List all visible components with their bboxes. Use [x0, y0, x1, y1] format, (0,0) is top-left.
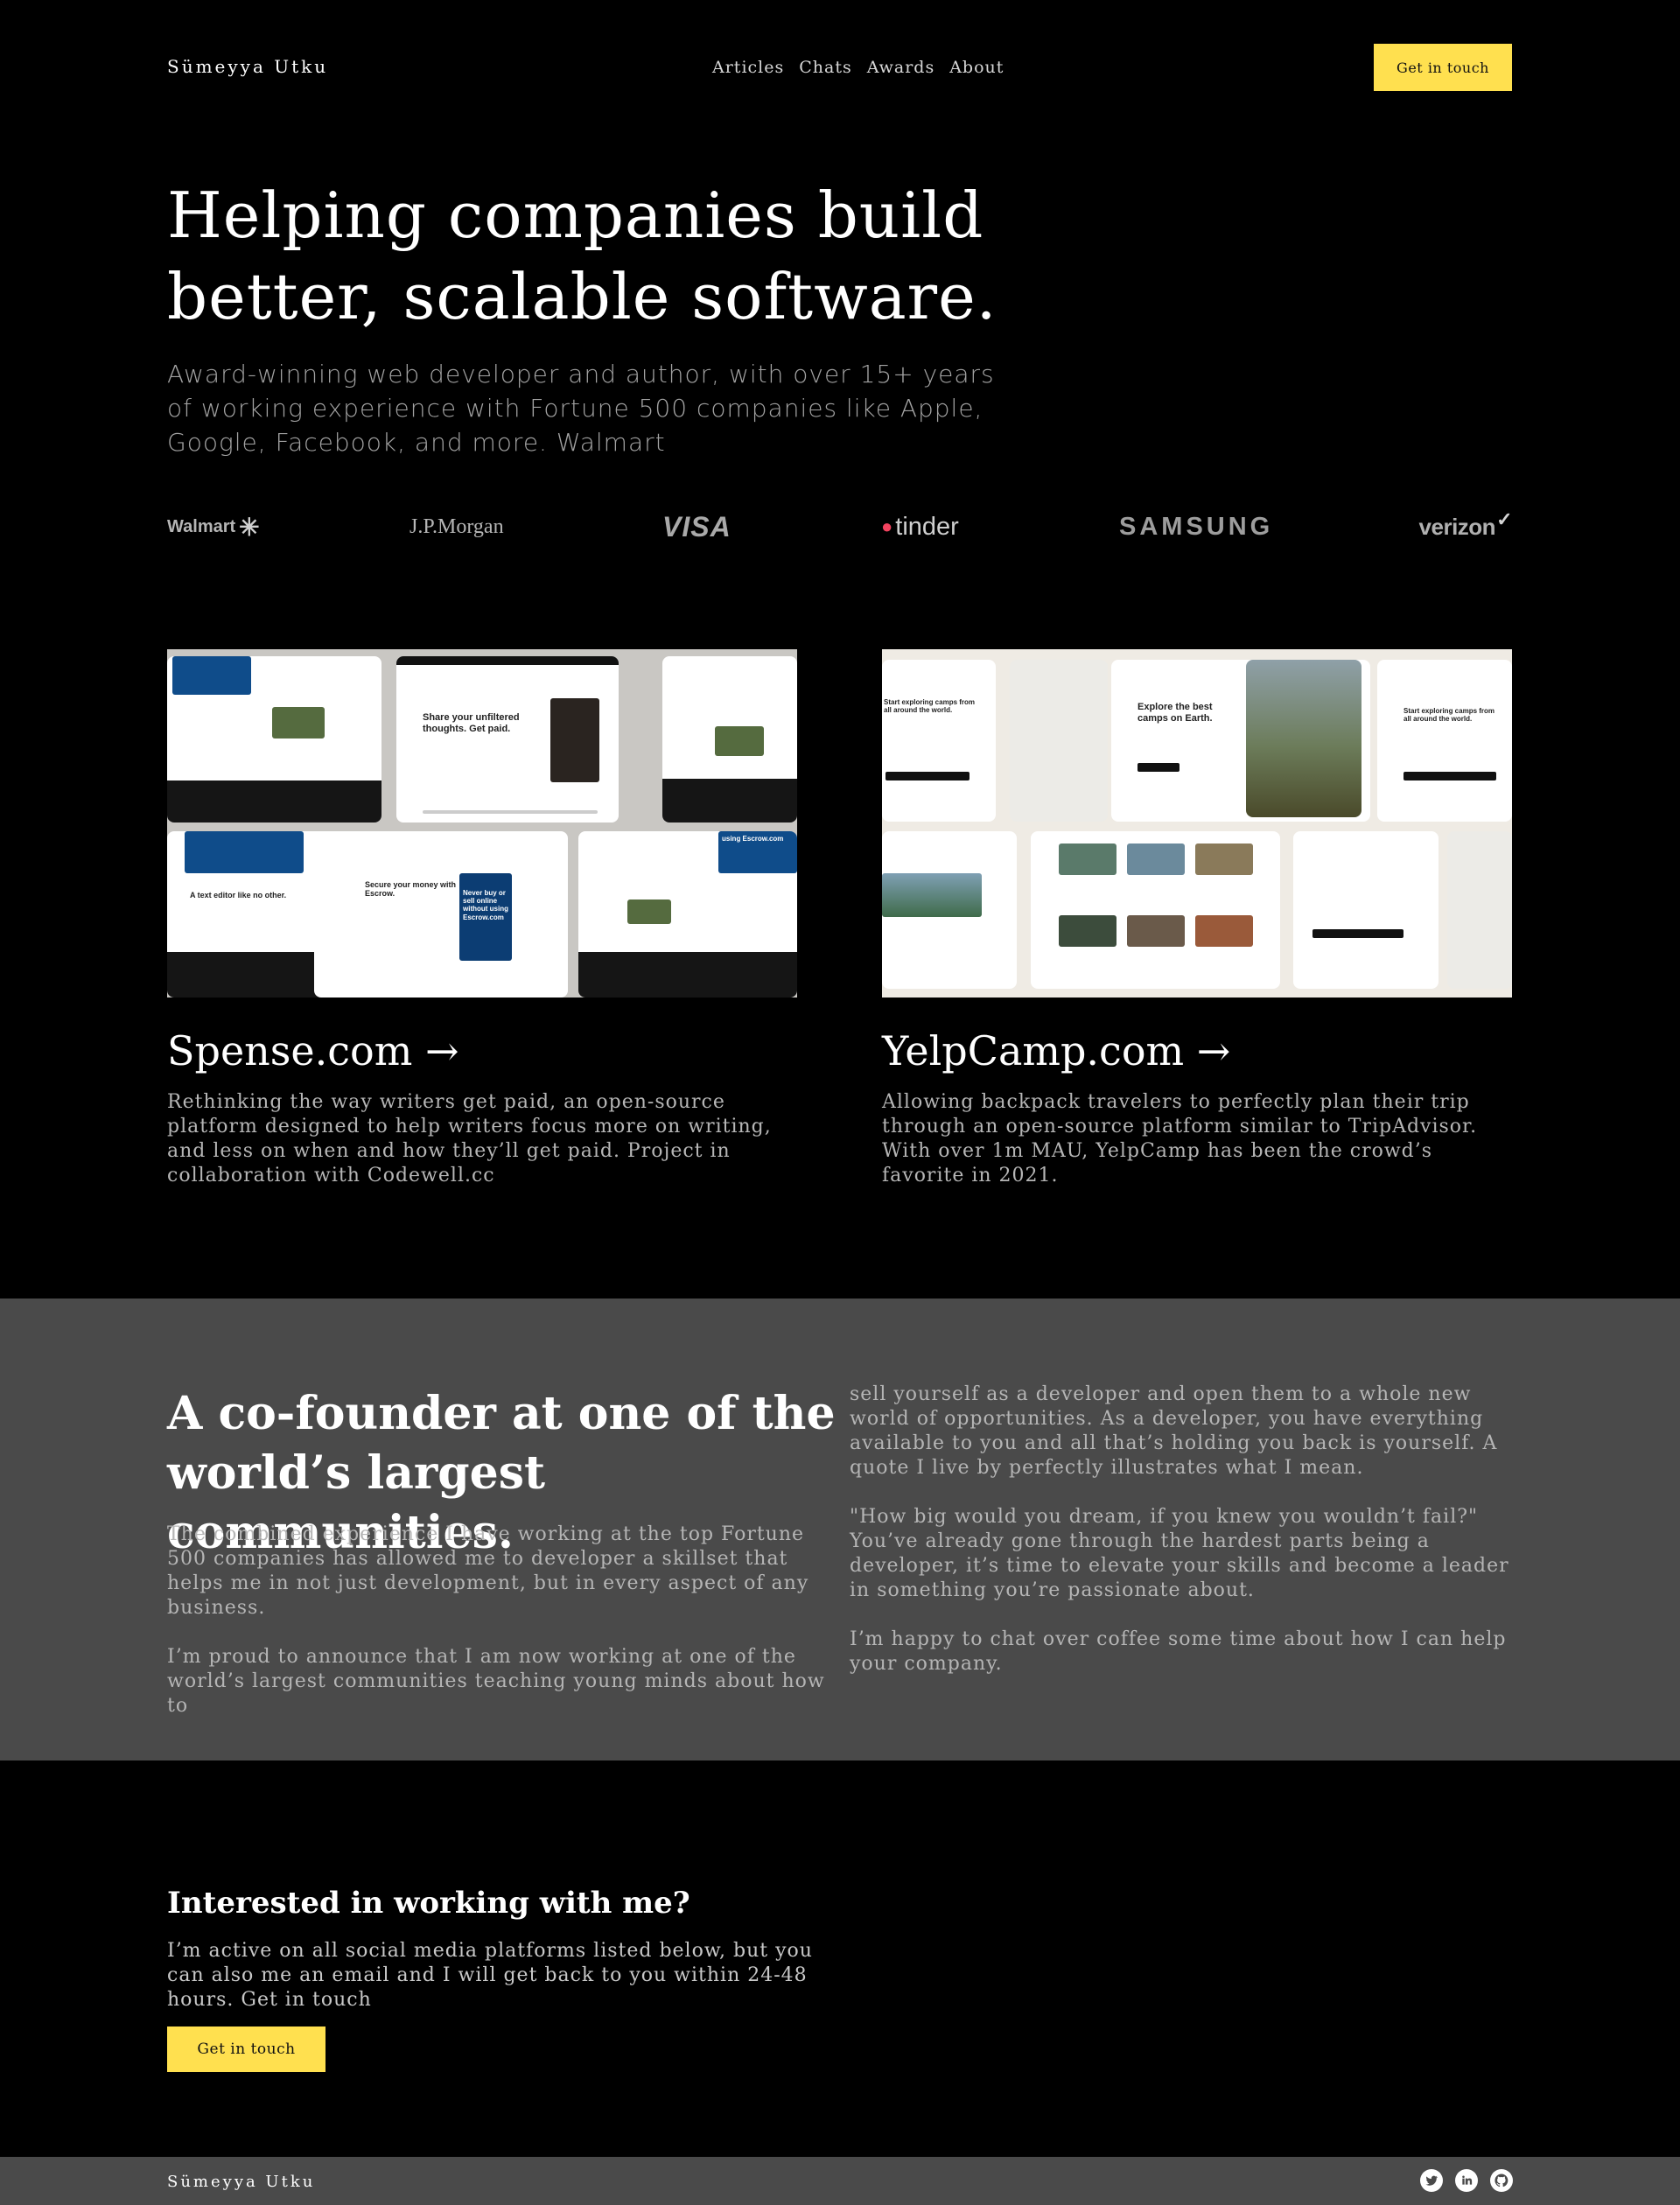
about-paragraph: The combined experience I have working a… — [167, 1523, 809, 1619]
yelpcamp-mock-explore-text: Explore the best camps on Earth. — [1138, 702, 1213, 724]
hero-subtitle: Award-winning web developer and author, … — [167, 360, 995, 457]
spense-mock-never-text: Never buy or sell online without using E… — [463, 889, 508, 921]
jpmorgan-logo: J.P.Morgan — [410, 514, 504, 538]
yelpcamp-mock-tile: Start exploring camps from all around th… — [882, 660, 996, 822]
project-card-yelpcamp[interactable]: Start exploring camps from all around th… — [882, 649, 1512, 1188]
get-in-touch-button[interactable]: Get in touch — [1374, 44, 1512, 91]
linkedin-icon[interactable] — [1455, 2169, 1478, 2192]
spense-mock-tile: using Escrow.com — [578, 831, 797, 998]
yelpcamp-mock-tile — [1447, 831, 1512, 989]
contact-text: I’m active on all social media platforms… — [167, 1940, 813, 2011]
project-description-spense: Rethinking the way writers get paid, an … — [167, 1091, 772, 1186]
client-logos: Walmart ✳ J.P.Morgan VISA ● tinder SAMSU… — [167, 508, 1512, 546]
github-icon[interactable] — [1490, 2169, 1513, 2192]
spense-mock-tile: Share your unfiltered thoughts. Get paid… — [396, 656, 619, 822]
project-card-spense[interactable]: Share your unfiltered thoughts. Get paid… — [167, 649, 797, 1188]
verizon-logo-text: verizon — [1418, 513, 1496, 540]
project-description-yelpcamp: Allowing backpack travelers to perfectly… — [882, 1091, 1478, 1186]
spense-mock-headline: Share your unfiltered thoughts. Get paid… — [423, 712, 520, 734]
hero-title-line1: Helping companies build — [167, 178, 984, 252]
yelpcamp-screenshot[interactable]: Start exploring camps from all around th… — [882, 649, 1512, 998]
spense-mock-editor-text: A text editor like no other. — [190, 891, 287, 900]
verizon-check-icon: ✓ — [1496, 508, 1512, 530]
contact-title: Interested in working with me? — [167, 1886, 690, 1921]
yelpcamp-mock-start2-text: Start exploring camps from all around th… — [1404, 707, 1495, 724]
spense-mock-tile — [662, 656, 797, 822]
social-links — [1420, 2169, 1513, 2192]
project-title-spense[interactable]: Spense.com → — [167, 1026, 797, 1076]
spense-mock-escrow-text: using Escrow.com — [722, 835, 784, 843]
walmart-spark-icon: ✳ — [239, 513, 260, 541]
project-title-yelpcamp[interactable]: YelpCamp.com → — [882, 1026, 1512, 1076]
verizon-logo: verizon ✓ — [1418, 508, 1513, 546]
spense-mock-tile: Secure your money with Escrow. Never buy… — [314, 831, 568, 998]
hero-title-line2: better, scalable software. — [167, 260, 998, 333]
yelpcamp-mock-tile — [1031, 831, 1280, 989]
tinder-logo: ● tinder — [881, 508, 959, 546]
spense-mock-tile — [167, 656, 382, 822]
yelpcamp-mock-tile — [1010, 660, 1108, 822]
site-footer: Sümeyya Utku — [0, 2157, 1680, 2205]
about-right-column: sell yourself as a developer and open th… — [850, 1382, 1515, 1701]
spense-screenshot[interactable]: Share your unfiltered thoughts. Get paid… — [167, 649, 797, 998]
walmart-logo: Walmart ✳ — [167, 508, 260, 546]
spense-mock-tile: A text editor like no other. — [167, 831, 333, 998]
yelpcamp-mock-start-text: Start exploring camps from all around th… — [884, 698, 976, 715]
contact-get-in-touch-button[interactable]: Get in touch — [167, 2026, 326, 2072]
about-paragraph: sell yourself as a developer and open th… — [850, 1383, 1498, 1479]
nav-articles[interactable]: Articles — [712, 58, 784, 77]
main-nav: Articles Chats Awards About — [712, 58, 1004, 77]
yelpcamp-mock-tile: Explore the best camps on Earth. — [1111, 660, 1370, 822]
tinder-flame-icon: ● — [881, 515, 893, 537]
about-paragraph: I’m proud to announce that I am now work… — [167, 1646, 825, 1717]
nav-awards[interactable]: Awards — [867, 58, 934, 77]
footer-brand[interactable]: Sümeyya Utku — [167, 2173, 315, 2191]
yelpcamp-mock-tile — [1293, 831, 1438, 989]
hero-title: Helping companies build better, scalable… — [167, 175, 1042, 338]
site-header: Sümeyya Utku Articles Chats Awards About… — [167, 44, 1512, 93]
walmart-logo-text: Walmart — [167, 516, 236, 536]
about-paragraph: "How big would you dream, if you knew yo… — [850, 1506, 1509, 1601]
twitter-icon[interactable] — [1420, 2169, 1443, 2192]
brand-name[interactable]: Sümeyya Utku — [167, 56, 328, 77]
about-section: A co-founder at one of the world’s large… — [0, 1298, 1680, 1760]
visa-logo: VISA — [662, 510, 732, 542]
yelpcamp-mock-tile — [882, 831, 1017, 989]
about-paragraph: I’m happy to chat over coffee some time … — [850, 1628, 1507, 1675]
nav-chats[interactable]: Chats — [799, 58, 852, 77]
nav-about[interactable]: About — [949, 58, 1004, 77]
about-left-column: The combined experience I have working a… — [167, 1522, 832, 1743]
tinder-logo-text: tinder — [895, 512, 959, 541]
yelpcamp-mock-tile: Start exploring camps from all around th… — [1377, 660, 1512, 822]
spense-mock-secure-text: Secure your money with Escrow. — [365, 880, 457, 899]
samsung-logo: SAMSUNG — [1119, 512, 1274, 541]
